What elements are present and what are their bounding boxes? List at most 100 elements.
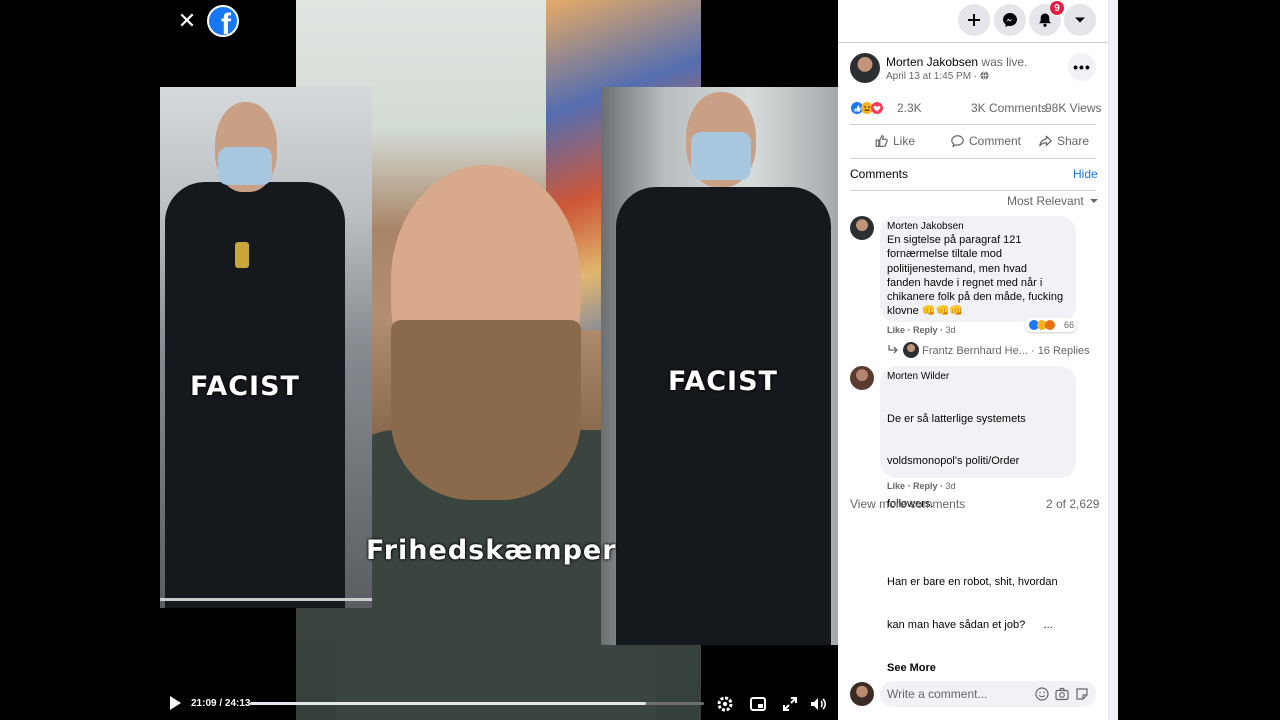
- comment-line: chikanere folk på den måde, fucking: [887, 291, 1064, 304]
- messenger-icon: [1003, 13, 1017, 27]
- video-frame-left: [160, 87, 372, 608]
- live-status: was live.: [981, 55, 1028, 69]
- share-label: Share: [1057, 134, 1090, 148]
- reply-avatar: [903, 342, 920, 358]
- comments-title: Comments: [850, 167, 909, 181]
- miniplayer-icon[interactable]: [748, 694, 768, 714]
- play-button[interactable]: [170, 696, 181, 710]
- commenter-avatar[interactable]: [850, 216, 874, 240]
- sticker-icon[interactable]: [1075, 687, 1089, 701]
- current-user-avatar[interactable]: [850, 682, 874, 706]
- sort-dropdown[interactable]: Most Relevant: [1007, 194, 1099, 208]
- close-icon: ✕: [177, 8, 197, 33]
- comment-reaction-count: 66: [1064, 320, 1075, 330]
- comment-author[interactable]: Morten Jakobsen: [887, 221, 964, 232]
- comments-count[interactable]: 3K Comments: [971, 101, 1047, 115]
- comment-line: fanden havde i regnet med når i: [887, 276, 1043, 289]
- post-options-button[interactable]: •••: [1068, 53, 1096, 81]
- comment-line: De er så latterlige systemets: [887, 412, 1026, 425]
- messenger-button[interactable]: [994, 4, 1026, 36]
- settings-gear-icon[interactable]: [715, 694, 735, 714]
- video-controls: 21:09 / 24:13: [160, 690, 838, 718]
- share-button[interactable]: Share: [1038, 134, 1089, 148]
- globe-icon: [980, 71, 989, 80]
- comment-line: kan man have sådan et job? ...: [887, 618, 1053, 631]
- officer-body: [616, 187, 831, 645]
- comment-line: klovne 👊👊👊: [887, 305, 963, 318]
- comment-icon: [951, 135, 964, 148]
- comment-like-link[interactable]: Like: [887, 481, 905, 491]
- caption-right: FACIST: [668, 366, 778, 397]
- caret-down-icon: [1090, 199, 1099, 203]
- seek-bar-fill: [250, 702, 647, 705]
- more-icon: •••: [1073, 59, 1091, 75]
- comment-like-link[interactable]: Like: [887, 325, 905, 335]
- view-replies-link[interactable]: Frantz Bernhard He... · 16 Replies: [888, 342, 1090, 358]
- seek-bar[interactable]: [250, 702, 704, 705]
- comment-reply-link[interactable]: Reply: [913, 325, 938, 335]
- post-timestamp[interactable]: April 13 at 1:45 PM ·: [886, 71, 977, 82]
- reaction-icons: [1029, 320, 1055, 330]
- time-display: 21:09 / 24:13: [191, 698, 251, 709]
- notification-badge: 9: [1049, 0, 1065, 16]
- caret-down-icon: [1075, 17, 1085, 23]
- reaction-icons[interactable]: [850, 101, 884, 115]
- face-mask: [691, 132, 751, 180]
- facebook-logo-icon: f: [221, 8, 231, 37]
- commenter-avatar[interactable]: [850, 366, 874, 390]
- comment-reply-link[interactable]: Reply: [913, 481, 938, 491]
- create-button[interactable]: [958, 4, 990, 36]
- comments-pagination: 2 of 2,629: [1046, 497, 1100, 511]
- comment-text: En sigtelse på paragraf 121 fornærmelse …: [887, 233, 1063, 319]
- account-menu-button[interactable]: [1064, 4, 1096, 36]
- face-mask: [218, 147, 272, 185]
- comment-line: voldsmonopol's politi/Order: [887, 455, 1020, 468]
- like-label: Like: [893, 134, 916, 148]
- author-name[interactable]: Morten Jakobsen: [886, 55, 978, 69]
- comment-text: De er så latterlige systemets voldsmonop…: [887, 383, 1058, 704]
- video-stage[interactable]: FACIST Frihedskæmper FACIST ✕ f 21:09 / …: [0, 0, 838, 720]
- facebook-logo[interactable]: f: [207, 5, 239, 37]
- comment-age: 3d: [945, 325, 956, 335]
- notifications-button[interactable]: 9: [1029, 0, 1065, 36]
- comment-age: 3d: [945, 481, 956, 491]
- reply-count: · 16 Replies: [1030, 345, 1090, 357]
- close-button[interactable]: ✕: [172, 6, 202, 36]
- camera-icon[interactable]: [1055, 687, 1069, 701]
- caption-center: Frihedskæmper: [366, 535, 617, 566]
- beard: [391, 320, 581, 500]
- scrollbar[interactable]: [1108, 0, 1118, 720]
- views-count: 98K Views: [1045, 101, 1102, 115]
- see-more-link[interactable]: See More: [887, 661, 1058, 675]
- sort-label: Most Relevant: [1007, 194, 1084, 208]
- reply-arrow-icon: [888, 345, 898, 354]
- comment-line: fornærmelse tiltale mod: [887, 248, 1002, 261]
- share-icon: [1039, 135, 1052, 147]
- view-more-comments-link[interactable]: View more comments: [850, 497, 965, 511]
- fullscreen-icon[interactable]: [780, 694, 800, 714]
- comment-button[interactable]: Comment: [950, 134, 1021, 148]
- author-avatar[interactable]: [850, 53, 880, 83]
- clip-progress: [160, 598, 372, 601]
- like-button[interactable]: Like: [874, 134, 915, 148]
- comment-author[interactable]: Morten Wilder: [887, 371, 949, 382]
- comment-line: Han er bare en robot, shit, hvordan: [887, 575, 1058, 588]
- comment-label: Comment: [969, 134, 1022, 148]
- reply-author: Frantz Bernhard He...: [922, 345, 1028, 357]
- comment-input[interactable]: Write a comment...: [880, 681, 1096, 707]
- window-background: [1118, 0, 1280, 720]
- plus-icon: [968, 14, 980, 26]
- reaction-count[interactable]: 2.3K: [897, 101, 922, 115]
- post-sidebar: 9 Morten Jakobsen was live. April 13 at …: [838, 0, 1108, 720]
- comment-line: politijenestemand, men hvad: [887, 262, 1028, 275]
- volume-icon[interactable]: [808, 694, 828, 714]
- caption-left: FACIST: [190, 371, 300, 402]
- bell-icon: [1039, 13, 1051, 27]
- comment-line: En sigtelse på paragraf 121: [887, 234, 1022, 246]
- emoji-icon[interactable]: [1035, 687, 1049, 701]
- hide-comments-link[interactable]: Hide: [1073, 167, 1098, 181]
- comment-reactions[interactable]: 66: [1025, 318, 1078, 332]
- badge: [235, 242, 249, 268]
- thumbs-up-icon: [875, 135, 888, 147]
- comment-input-placeholder: Write a comment...: [887, 687, 988, 701]
